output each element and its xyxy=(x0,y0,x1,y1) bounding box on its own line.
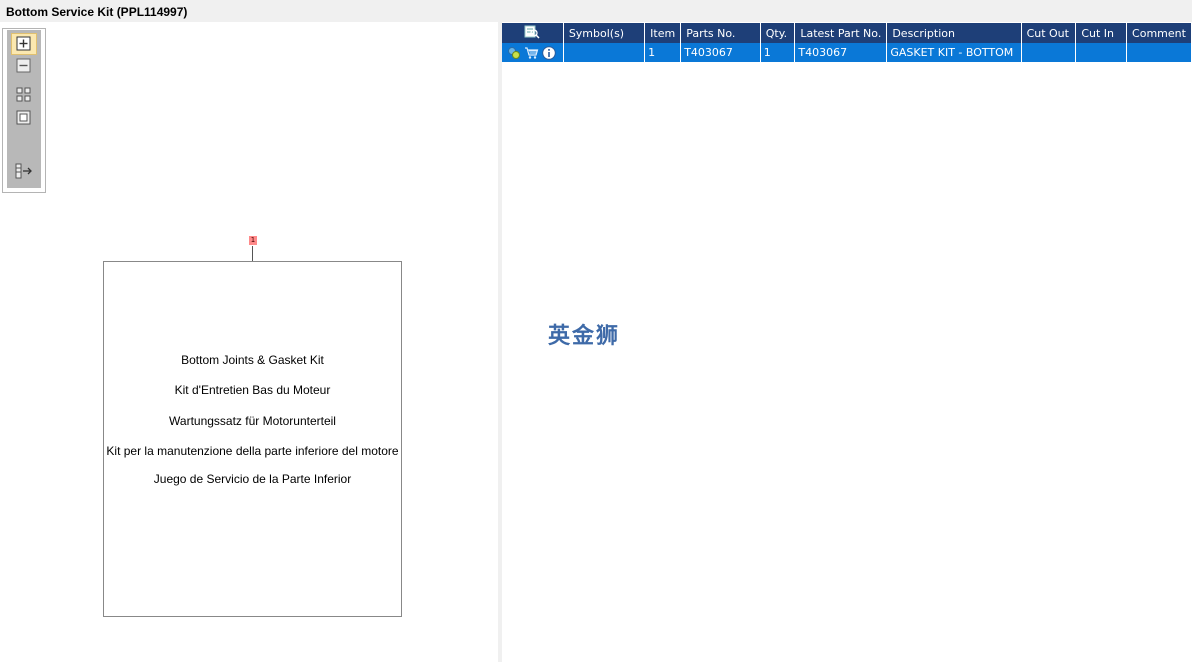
column-header-comment[interactable]: Comment xyxy=(1126,23,1192,43)
cell-qty: 1 xyxy=(760,43,796,62)
zoom-out-button[interactable] xyxy=(11,55,37,77)
info-icon[interactable] xyxy=(542,45,556,60)
zoom-out-icon xyxy=(16,58,31,73)
callout-leader-line xyxy=(252,246,253,261)
parts-table: Symbol(s) Item Parts No. Qty. Latest Par… xyxy=(502,23,1192,62)
cell-description: GASKET KIT - BOTTOM xyxy=(886,43,1022,62)
column-header-latest-part-no[interactable]: Latest Part No. xyxy=(794,23,888,43)
drawing-text-en: Bottom Joints & Gasket Kit xyxy=(181,353,324,367)
drawing-text-it: Kit per la manutenzione della parte infe… xyxy=(106,444,399,458)
column-header-cut-in[interactable]: Cut In xyxy=(1075,23,1128,43)
watermark-logo: 英金狮 xyxy=(548,324,621,349)
table-header-row: Symbol(s) Item Parts No. Qty. Latest Par… xyxy=(502,23,1192,43)
callout-item-1[interactable]: 1 xyxy=(249,236,257,245)
cell-symbols xyxy=(563,43,646,62)
kit-label-drawing: Bottom Joints & Gasket Kit Kit d'Entreti… xyxy=(103,261,402,617)
row-icons-cell xyxy=(502,43,564,62)
column-header-qty[interactable]: Qty. xyxy=(760,23,796,43)
illustration-pane[interactable]: 1 Bottom Joints & Gasket Kit Kit d'Entre… xyxy=(0,22,498,662)
column-header-parts-no[interactable]: Parts No. xyxy=(680,23,761,43)
cell-cut-in xyxy=(1075,43,1128,62)
column-header-cut-out[interactable]: Cut Out xyxy=(1021,23,1077,43)
search-list-icon xyxy=(524,25,540,39)
zoom-in-button[interactable] xyxy=(11,33,37,55)
column-header-item[interactable]: Item xyxy=(644,23,682,43)
toggle-list-button[interactable] xyxy=(11,160,37,182)
cell-cut-out xyxy=(1021,43,1077,62)
drawing-text-es: Juego de Servicio de la Parte Inferior xyxy=(153,472,352,486)
drawing-text-de: Wartungssatz für Motorunterteil xyxy=(169,414,336,428)
column-header-symbols[interactable]: Symbol(s) xyxy=(563,23,646,43)
cell-parts-no: T403067 xyxy=(680,43,761,62)
parts-list-pane: Symbol(s) Item Parts No. Qty. Latest Par… xyxy=(502,22,1192,662)
zoom-toolbar xyxy=(7,30,41,188)
cell-item: 1 xyxy=(644,43,682,62)
fit-all-button[interactable] xyxy=(11,84,37,106)
cart-icon[interactable] xyxy=(524,46,539,60)
drawing-text-fr: Kit d'Entretien Bas du Moteur xyxy=(174,383,331,397)
column-header-icons[interactable] xyxy=(502,23,564,43)
window-title: Bottom Service Kit (PPL114997) xyxy=(0,0,1192,22)
actual-size-icon xyxy=(16,110,31,125)
column-header-description[interactable]: Description xyxy=(886,23,1022,43)
toggle-list-icon xyxy=(15,163,32,179)
cell-latest-part-no: T403067 xyxy=(794,43,888,62)
part-status-icon[interactable] xyxy=(507,46,521,60)
fit-all-icon xyxy=(16,87,31,102)
cell-comment xyxy=(1126,43,1192,62)
zoom-in-icon xyxy=(16,36,31,51)
table-row[interactable]: 1 T403067 1 T403067 GASKET KIT - BOTTOM xyxy=(502,43,1192,62)
actual-size-button[interactable] xyxy=(11,107,37,129)
